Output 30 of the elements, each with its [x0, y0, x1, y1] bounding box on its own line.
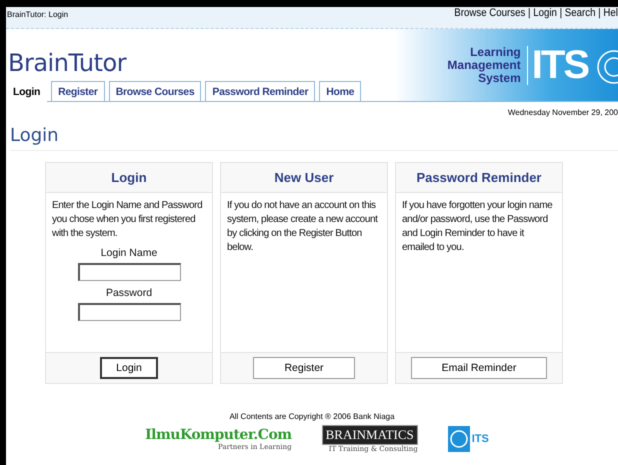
panel-button[interactable]: Login	[100, 357, 158, 379]
partner-name: BRAINMATICS	[322, 425, 418, 445]
site-title: BrainTutor	[8, 49, 128, 77]
input-field[interactable]	[78, 263, 180, 281]
top-links[interactable]: Browse Courses | Login | Search | Hel	[454, 7, 618, 19]
partner-name: ITS	[472, 433, 489, 445]
nav-tab[interactable]: Register	[51, 81, 105, 101]
banner-text: Management	[447, 58, 521, 72]
input-field[interactable]	[78, 303, 180, 321]
panel-button[interactable]: Register	[253, 357, 355, 379]
banner-text: System	[478, 72, 521, 84]
panel-button[interactable]: Email Reminder	[410, 357, 548, 379]
nav-tab[interactable]: Browse Courses	[108, 81, 202, 101]
nav-tab[interactable]: Password Reminder	[205, 81, 316, 101]
nav-tab[interactable]: Home	[319, 81, 362, 101]
panel-title: Password Reminder	[416, 170, 542, 185]
field-label: Login Name	[100, 247, 158, 259]
panel-title: Login	[111, 170, 147, 185]
banner-text: Learning	[470, 46, 521, 58]
panel-title: New User	[274, 170, 334, 185]
copyright-text: All Contents are Copyright ® 2006 Bank Niaga	[229, 412, 395, 421]
date-text: Wednesday November 29, 200	[508, 108, 618, 117]
panel-text: Enter the Login Name and Password you chose when you first registered with the system.	[52, 199, 204, 241]
banner-logo: ITS	[532, 42, 588, 88]
page-heading: Login	[10, 125, 59, 146]
panel-text: If you do not have an account on this system, please create a new account by clicking on the Register Button below.	[227, 199, 379, 255]
panel-text: If you have forgotten your login name and/or password, use the Password and Login Reminder to have it emailed to you.	[402, 199, 554, 255]
field-label: Password	[106, 287, 152, 299]
window-title: BrainTutor: Login	[7, 10, 68, 19]
partner-name: IlmuKomputer.Com	[145, 427, 292, 443]
